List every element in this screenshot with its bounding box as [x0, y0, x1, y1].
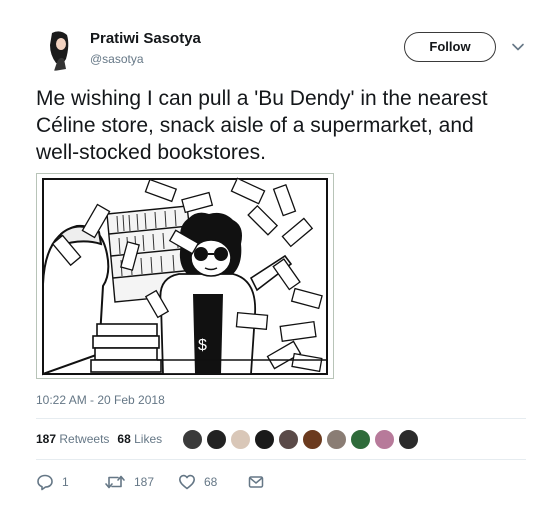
- direct-message-button[interactable]: [248, 472, 264, 492]
- retweets-label: Retweets: [59, 432, 110, 446]
- reply-button[interactable]: 1: [36, 472, 69, 492]
- divider: [36, 418, 526, 419]
- chevron-down-icon[interactable]: [511, 40, 525, 54]
- avatar[interactable]: [326, 429, 347, 450]
- tweet-text: Me wishing I can pull a 'Bu Dendy' in th…: [36, 87, 488, 164]
- avatar[interactable]: [278, 429, 299, 450]
- avatar-image: [36, 25, 82, 71]
- avatar[interactable]: [254, 429, 275, 450]
- avatar[interactable]: [374, 429, 395, 450]
- avatar[interactable]: [398, 429, 419, 450]
- likes-count: 68: [117, 432, 131, 446]
- retweet-button[interactable]: 187: [104, 472, 154, 492]
- retweet-count: 187: [134, 475, 155, 489]
- avatar[interactable]: [302, 429, 323, 450]
- tweet-card: Pratiwi Sasotya @sasotya Follow Me wishi…: [0, 0, 560, 513]
- likes-stat[interactable]: 68 Likes: [117, 432, 162, 446]
- reply-count: 1: [62, 475, 69, 489]
- user-name[interactable]: Pratiwi Sasotya: [90, 30, 201, 47]
- divider: [36, 459, 526, 460]
- reply-icon: [37, 474, 53, 491]
- avatar[interactable]: [36, 25, 82, 71]
- tweet-stats: 187 Retweets 68 Likes: [36, 432, 162, 446]
- comic-illustration: $: [37, 174, 333, 378]
- avatar[interactable]: [206, 429, 227, 450]
- avatar[interactable]: [230, 429, 251, 450]
- heart-icon: [179, 474, 195, 490]
- user-handle[interactable]: @sasotya: [90, 52, 144, 66]
- retweets-stat[interactable]: 187 Retweets: [36, 432, 109, 446]
- avatar[interactable]: [182, 429, 203, 450]
- like-button[interactable]: 68: [178, 472, 217, 492]
- likes-label: Likes: [134, 432, 163, 446]
- tweet-timestamp[interactable]: 10:22 AM - 20 Feb 2018: [36, 393, 165, 407]
- tweet-image[interactable]: $: [36, 173, 334, 379]
- retweet-icon: [105, 475, 125, 489]
- avatar[interactable]: [350, 429, 371, 450]
- envelope-icon: [248, 476, 264, 488]
- retweets-count: 187: [36, 432, 57, 446]
- like-count: 68: [204, 475, 218, 489]
- svg-text:$: $: [198, 337, 207, 354]
- follow-button[interactable]: Follow: [404, 32, 496, 62]
